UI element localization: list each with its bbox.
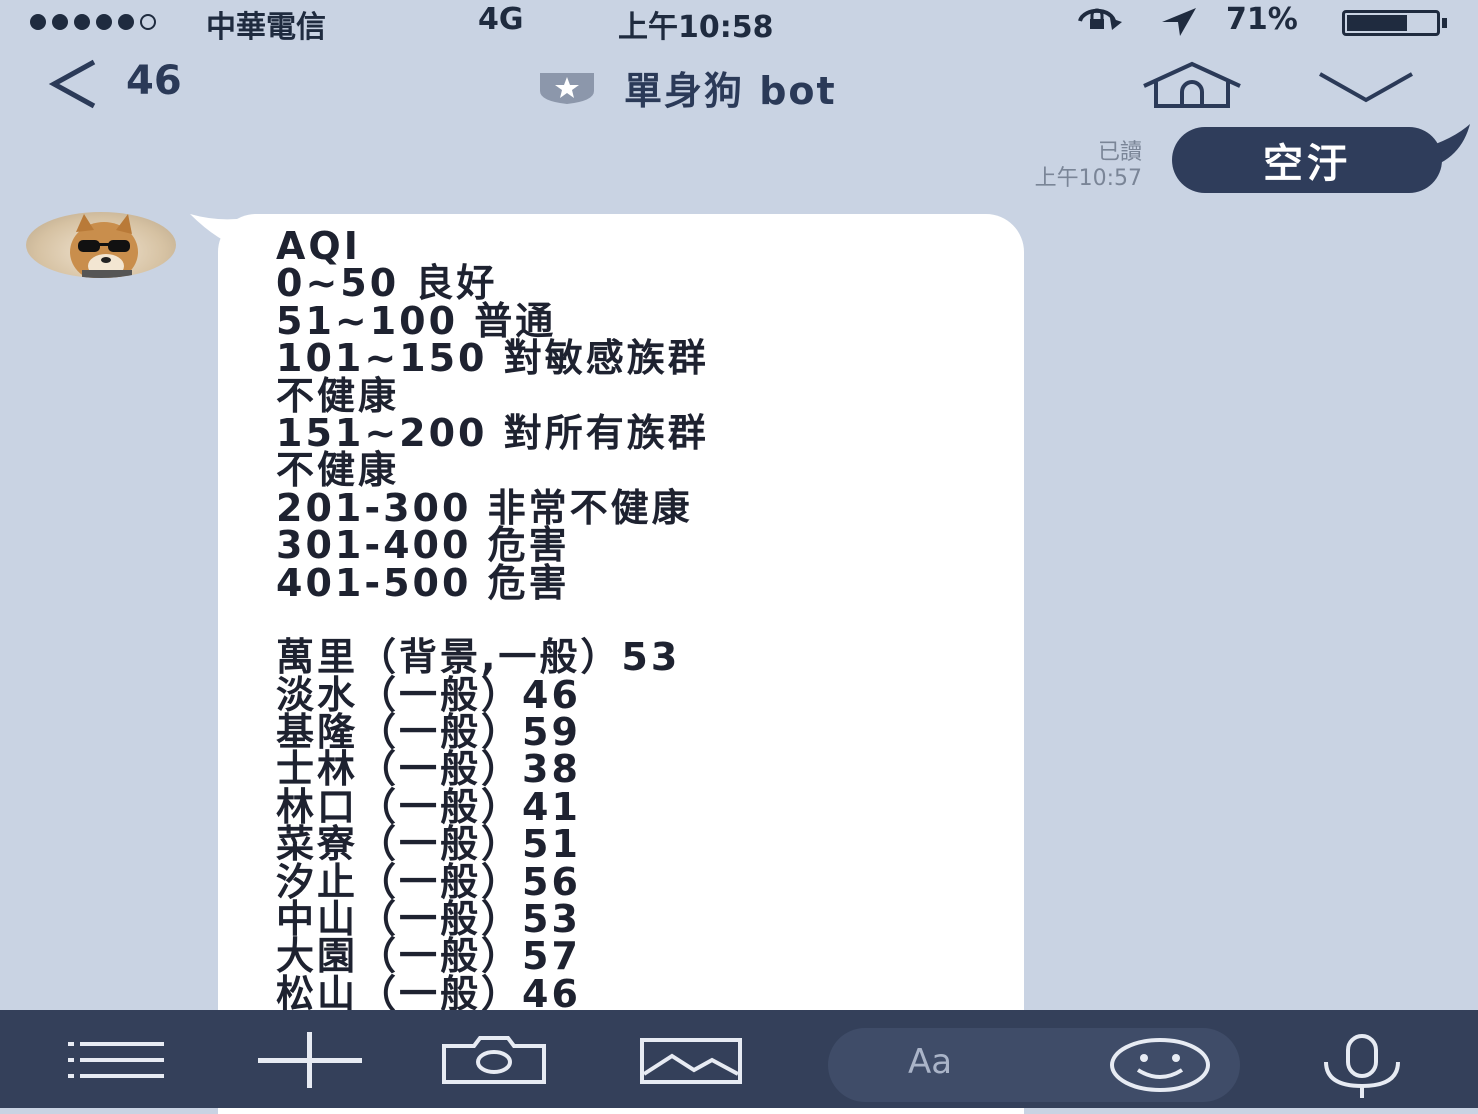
- message-line: [276, 602, 709, 639]
- sent-message-meta: 已讀 上午10:57: [1035, 140, 1142, 192]
- status-bar: 中華電信 4G 上午10:58 71%: [0, 0, 1478, 45]
- carrier-name: 中華電信: [206, 10, 326, 45]
- image-gallery-icon[interactable]: [640, 1038, 742, 1084]
- message-line: 0~50 良好: [276, 261, 498, 306]
- signal-strength-icon: [30, 14, 156, 30]
- message-line: AQI: [276, 224, 361, 268]
- message-line: 中山（一般）53: [276, 897, 581, 942]
- chat-title-group: 單身狗 bot: [536, 60, 837, 115]
- message-line: 萬里（背景,一般）53: [276, 635, 681, 680]
- chat-title: 單身狗 bot: [624, 69, 837, 113]
- message-line: 151~200 對所有族群: [276, 410, 709, 455]
- dog-with-sunglasses-avatar-icon: [70, 214, 138, 278]
- message-line: 51~100 普通: [276, 298, 557, 343]
- status-time: 上午10:58: [618, 10, 774, 45]
- message-line: 101~150 對敏感族群: [276, 336, 709, 381]
- official-account-badge-icon: [540, 72, 594, 104]
- chevron-down-icon[interactable]: [1316, 70, 1416, 104]
- message-line: 基隆（一般）59: [276, 710, 581, 755]
- bot-avatar[interactable]: [26, 212, 176, 278]
- battery-icon: [1342, 10, 1447, 36]
- plus-icon[interactable]: [258, 1032, 362, 1088]
- message-line: 士林（一般）38: [276, 747, 581, 792]
- rotation-lock-icon: [1078, 8, 1122, 30]
- chat-header: 46 單身狗 bot: [0, 44, 1478, 124]
- message-line: 301-400 危害: [276, 523, 570, 568]
- read-receipt: 已讀: [1097, 140, 1142, 165]
- message-input-field[interactable]: Aa: [828, 1028, 1240, 1102]
- message-line: 松山（一般）46: [276, 971, 581, 1016]
- message-line: 林口（一般）41: [276, 784, 581, 829]
- message-line: 不健康: [276, 448, 400, 493]
- message-line: 菜寮（一般）51: [276, 822, 581, 867]
- message-line: 不健康: [276, 373, 400, 418]
- unread-count[interactable]: 46: [126, 58, 182, 104]
- message-line: 淡水（一般）46: [276, 672, 581, 717]
- received-message-text: AQI 0~50 良好 51~100 普通 101~150 對敏感族群 不健康 151~2…: [276, 224, 709, 1016]
- sent-message-bubble[interactable]: 空汙: [1172, 127, 1442, 193]
- location-arrow-icon: [1162, 8, 1196, 36]
- battery-percent: 71%: [1226, 2, 1298, 37]
- message-input-placeholder: Aa: [908, 1042, 953, 1082]
- message-line: 大園（一般）57: [276, 934, 581, 979]
- camera-icon[interactable]: [440, 1036, 548, 1084]
- network-type: 4G: [478, 2, 524, 37]
- emoji-smiley-icon[interactable]: [1108, 1036, 1212, 1094]
- message-line: 201-300 非常不健康: [276, 485, 693, 530]
- home-icon[interactable]: [1140, 60, 1244, 110]
- message-line: 401-500 危害: [276, 560, 570, 605]
- input-toolbar: Aa: [0, 1010, 1478, 1108]
- microphone-icon[interactable]: [1318, 1034, 1406, 1100]
- back-chevron-icon[interactable]: [44, 58, 104, 110]
- sent-timestamp: 上午10:57: [1034, 166, 1142, 191]
- menu-icon[interactable]: [68, 1040, 164, 1080]
- message-line: 汐止（一般）56: [276, 859, 581, 904]
